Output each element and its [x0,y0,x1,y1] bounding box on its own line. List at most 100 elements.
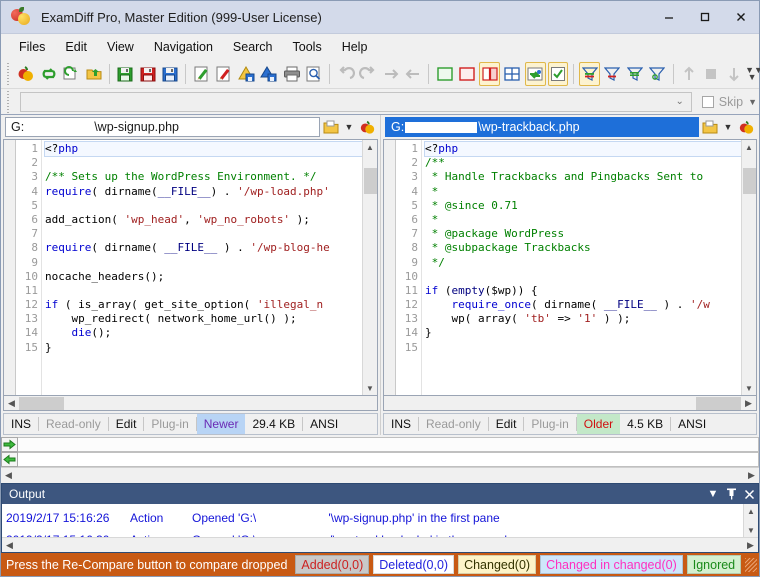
list-item[interactable]: 2019/2/17 15:16:26 Action Opened 'G:\ '\w… [2,507,743,529]
toolbar-grip[interactable] [5,62,12,85]
code-line[interactable]: die(); [45,326,362,340]
code-line[interactable]: wp_redirect( network_home_url() ); [45,312,362,326]
arrow-right-icon[interactable] [1,437,18,452]
chevron-down-icon[interactable]: ▼ [704,485,722,503]
resize-grip[interactable] [745,557,757,572]
save-green-icon[interactable] [115,62,136,86]
left-scroll-down-icon[interactable]: ▼ [363,381,378,395]
compare-icon[interactable] [16,62,37,86]
right-path-field[interactable]: G: \wp-trackback.php [385,117,699,137]
code-line[interactable]: */ [425,256,741,270]
left-scroll-thumb[interactable] [363,168,377,194]
table-view-icon[interactable] [502,62,523,86]
code-line[interactable]: require( dirname(__FILE__) . '/wp-load.p… [45,185,362,199]
menu-item-tools[interactable]: Tools [283,37,332,57]
right-hscroll-thumb[interactable] [696,396,741,410]
left-scroll-up-icon[interactable]: ▲ [363,140,378,154]
deleted-block-icon[interactable] [457,62,478,86]
code-line[interactable]: /** [425,156,741,170]
right-status-edit[interactable]: Edit [489,414,524,434]
code-line[interactable]: } [425,326,741,340]
redo-icon[interactable] [358,62,379,86]
left-horizontal-scrollbar[interactable]: ◀ [3,396,378,411]
toolbar-overflow-chevrons[interactable]: ▼▼ ▼ [745,65,760,81]
output-hscroll-left-icon[interactable]: ◀ [2,540,17,551]
close-button[interactable] [723,1,759,34]
minimize-button[interactable] [651,1,687,34]
pin-icon[interactable] [722,485,740,503]
code-line[interactable]: require( dirname( __FILE__ ) . '/wp-blog… [45,241,362,255]
code-line[interactable] [45,284,362,298]
global-horizontal-scrollbar[interactable]: ◀ ▶ [1,467,759,483]
status-badge-deleted[interactable]: Deleted(0,0) [373,555,455,574]
skip-checkbox[interactable] [701,95,714,108]
move-up-icon[interactable] [678,62,699,86]
filter-clear-icon[interactable] [647,62,668,86]
right-compare-apple-icon[interactable] [735,117,757,137]
merge-line-right[interactable] [18,437,759,452]
left-code-area[interactable]: <?php /** Sets up the WordPress Environm… [42,140,362,395]
skip-dropdown-icon[interactable]: ▼ [748,97,757,107]
save-blue-icon[interactable] [160,62,181,86]
edit-right-icon[interactable] [214,62,235,86]
menu-item-files[interactable]: Files [9,37,55,57]
right-path-chevron-down-icon[interactable]: ▼ [721,122,735,132]
menu-item-navigation[interactable]: Navigation [144,37,223,57]
filter-combo[interactable]: ⌄ [20,91,692,112]
right-code-area[interactable]: <?php/** * Handle Trackbacks and Pingbac… [422,140,741,395]
code-line[interactable]: if ( is_array( get_site_option( 'illegal… [45,298,362,312]
stop-icon[interactable] [701,62,722,86]
next-change-icon[interactable] [380,62,401,86]
checkmark-icon[interactable] [547,61,569,86]
edit-left-icon[interactable] [191,62,212,86]
right-scroll-thumb[interactable] [742,168,756,194]
right-status-readonly[interactable]: Read-only [419,414,488,434]
right-scroll-up-icon[interactable]: ▲ [742,140,757,154]
output-scroll-down-icon[interactable]: ▼ [744,523,759,537]
code-line[interactable] [425,341,741,355]
output-log-list[interactable]: 2019/2/17 15:16:26 Action Opened 'G:\ '\w… [2,504,743,537]
output-scroll-up-icon[interactable]: ▲ [744,504,759,518]
right-vertical-scrollbar[interactable]: ▲ ▼ [741,140,756,395]
left-status-edit[interactable]: Edit [109,414,144,434]
added-block-icon[interactable] [434,62,455,86]
filterbar-grip[interactable] [5,90,13,113]
filter-deleted-icon[interactable] [602,62,623,86]
code-line[interactable]: * @subpackage Trackbacks [425,241,741,255]
print-icon[interactable] [281,62,302,86]
code-line[interactable] [45,156,362,170]
code-line[interactable]: /** Sets up the WordPress Environment. *… [45,170,362,184]
code-line[interactable] [45,227,362,241]
code-line[interactable]: * @since 0.71 [425,199,741,213]
undo-icon[interactable] [335,62,356,86]
info-save-icon[interactable] [259,62,280,86]
code-line[interactable]: wp( array( 'tb' => '1' ) ); [425,312,741,326]
code-line[interactable] [45,256,362,270]
warning-save-icon[interactable] [236,62,257,86]
save-red-icon[interactable] [137,62,158,86]
open-folder-icon[interactable] [83,62,104,86]
global-hscroll-right-icon[interactable]: ▶ [744,470,759,481]
status-badge-added[interactable]: Added(0,0) [295,555,370,574]
left-status-encoding[interactable]: ANSI [303,414,345,434]
changed-block-icon[interactable] [479,61,501,86]
global-hscroll-left-icon[interactable]: ◀ [1,470,16,481]
close-icon[interactable] [740,485,758,503]
move-down-icon[interactable] [724,62,745,86]
maximize-button[interactable] [687,1,723,34]
filter-all-icon[interactable] [579,61,601,86]
left-editor[interactable]: 1 2 3 4 5 6 7 8 9 10 11 12 13 14 15 <?php /** Sets up … [3,139,378,396]
right-editor[interactable]: 1 2 3 4 5 6 7 8 9 10 11 12 13 14 15 <?php/** * Handle … [383,139,757,396]
code-line[interactable]: <?php [424,140,741,158]
right-status-encoding[interactable]: ANSI [671,414,713,434]
code-line[interactable] [425,270,741,284]
code-line[interactable]: <?php [44,140,362,158]
output-horizontal-scrollbar[interactable]: ◀ ▶ [2,537,758,552]
code-line[interactable]: } [45,341,362,355]
left-compare-apple-icon[interactable] [356,117,378,137]
left-status-readonly[interactable]: Read-only [39,414,108,434]
filter-added-icon[interactable] [625,62,646,86]
recompare-icon[interactable] [61,62,82,86]
skip-checkbox-group[interactable]: Skip ▼ [701,95,757,109]
code-line[interactable]: if (empty($wp)) { [425,284,741,298]
